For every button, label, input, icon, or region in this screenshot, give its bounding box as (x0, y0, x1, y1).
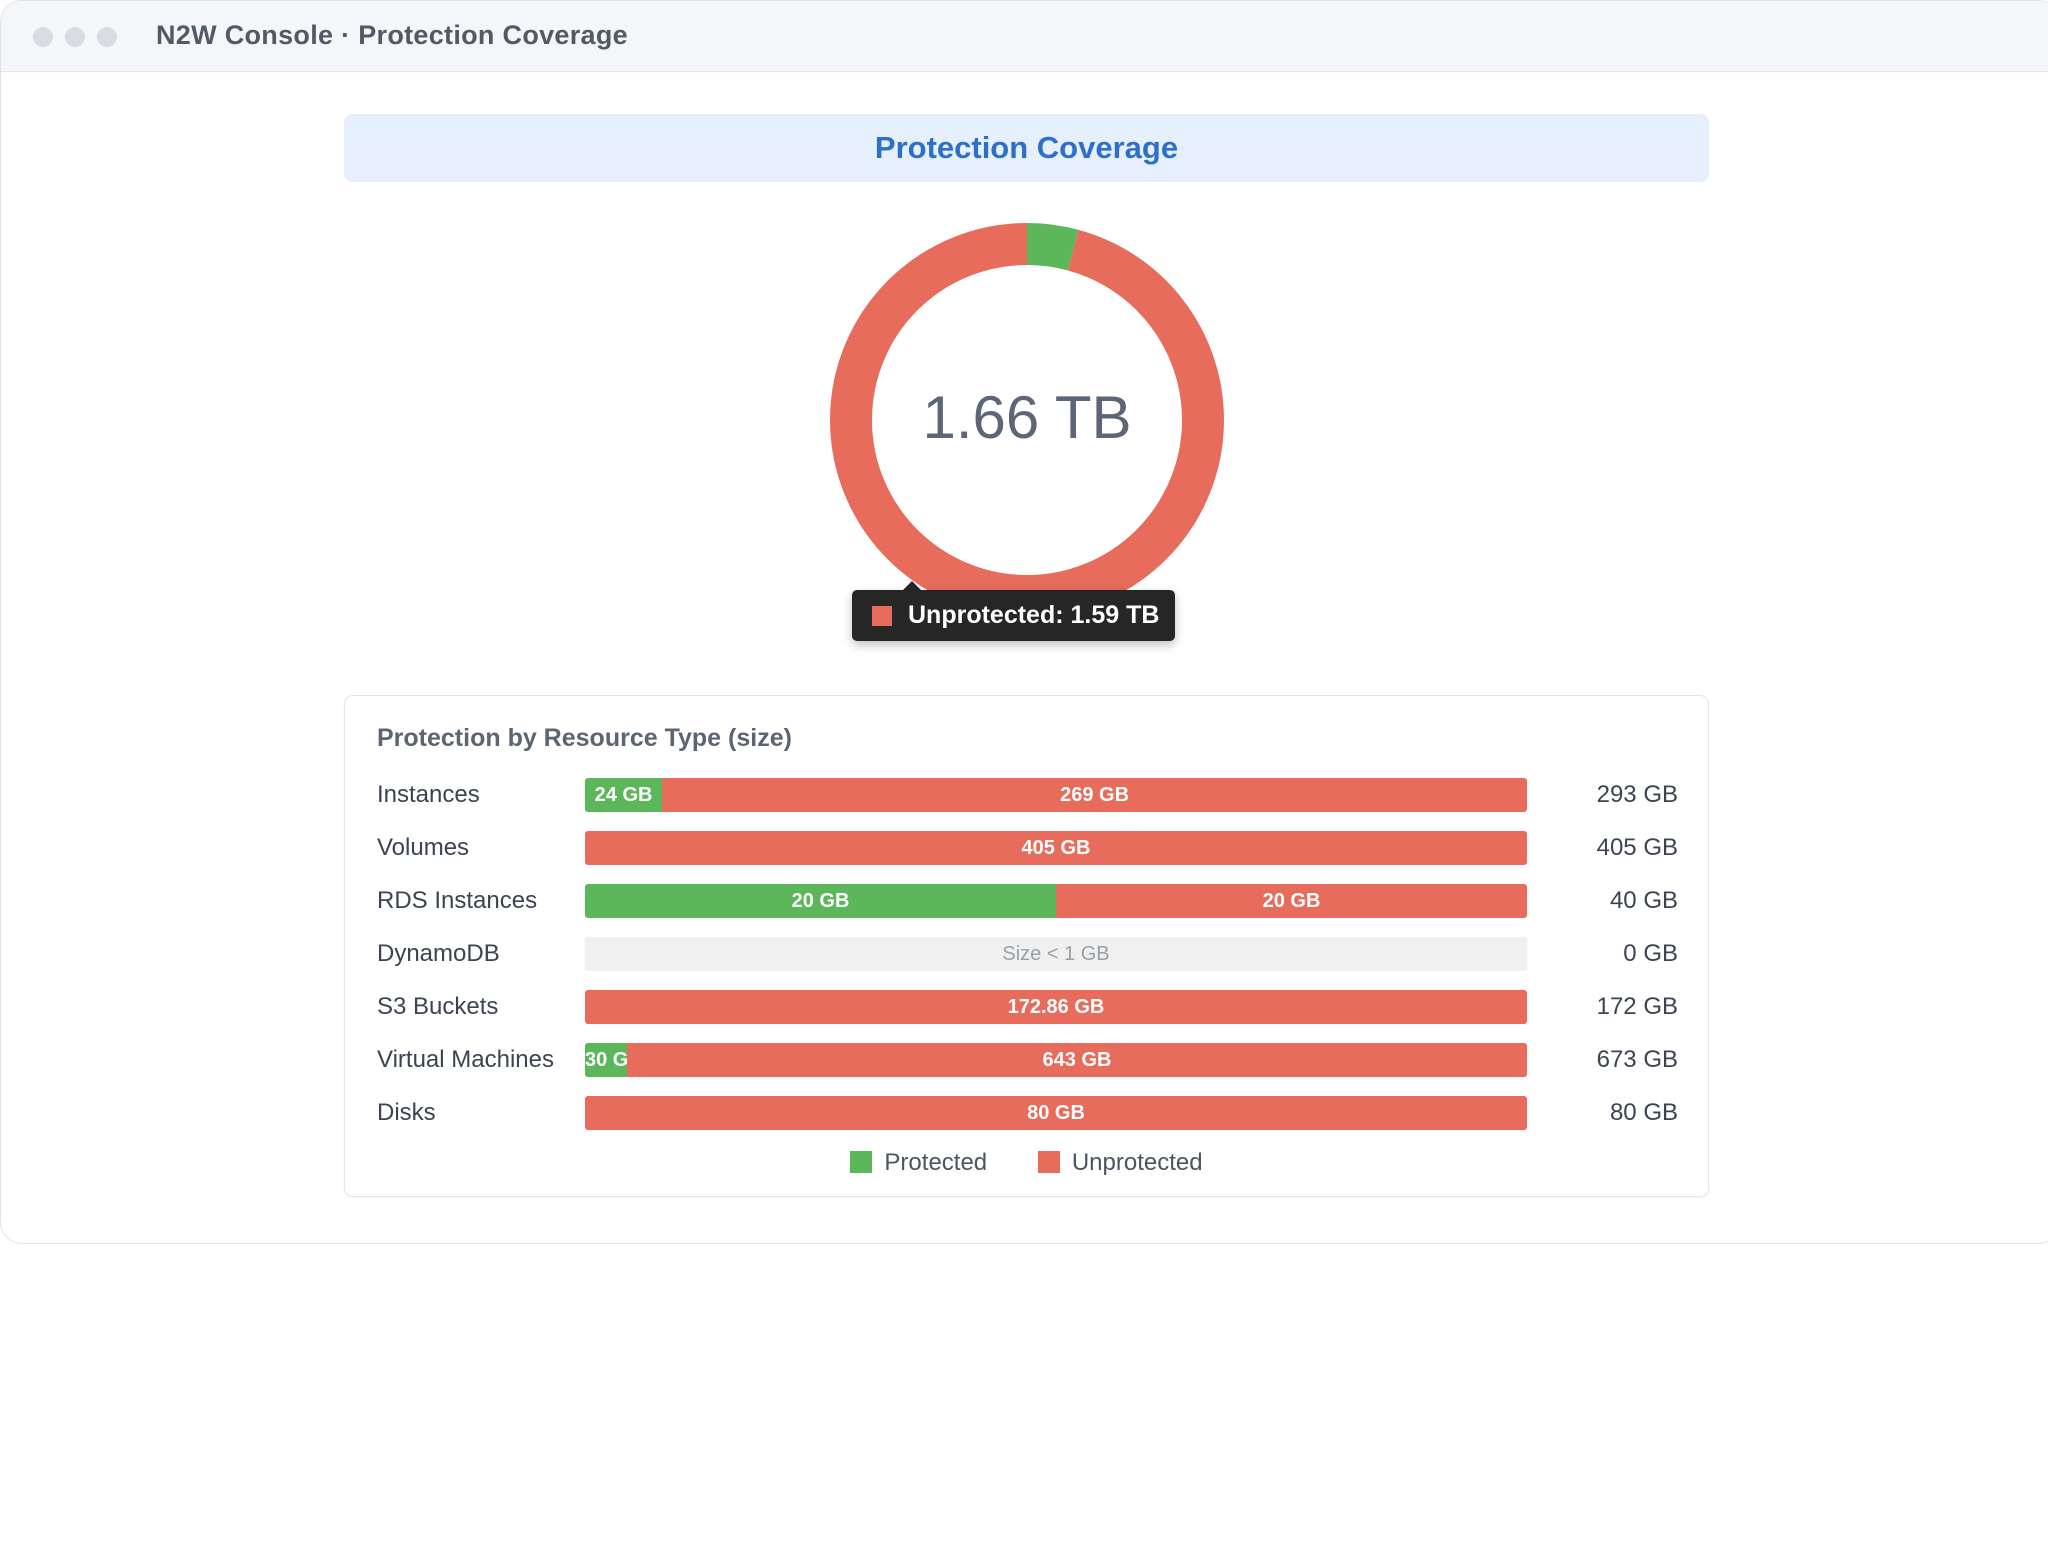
resource-label: Disks (377, 1099, 436, 1126)
resource-total: 40 GB (1609, 887, 1678, 914)
resource-label: Instances (377, 781, 480, 808)
bar-segment-unprotected[interactable]: 172.86 GB (585, 990, 1527, 1024)
resource-row-volumes: Volumes 405 GB 405 GB (345, 831, 1708, 865)
resource-row-virtual-machines: Virtual Machines 30 GB643 GB 673 GB (345, 1043, 1708, 1077)
resource-total: 0 GB (1623, 940, 1678, 967)
resource-bar[interactable]: 80 GB (585, 1096, 1527, 1130)
resource-total: 293 GB (1596, 781, 1678, 808)
app-window: N2W Console · Protection Coverage Protec… (0, 0, 2048, 1244)
resource-row-rds-instances: RDS Instances 20 GB 20 GB 40 GB (345, 884, 1708, 918)
page-header: Protection Coverage (344, 114, 1709, 182)
resource-bar[interactable]: 20 GB 20 GB (585, 884, 1527, 918)
bar-segment-unprotected[interactable]: 643 GB (626, 1043, 1527, 1077)
resource-bar[interactable]: 405 GB (585, 831, 1527, 865)
resource-label: RDS Instances (377, 887, 538, 914)
resource-row-dynamodb: DynamoDB Size < 1 GB 0 GB (345, 937, 1708, 971)
legend-protected-swatch (850, 1150, 873, 1173)
legend-unprotected-swatch (1037, 1150, 1060, 1173)
bar-segment-unprotected[interactable]: 269 GB (662, 778, 1527, 812)
coverage-donut-chart[interactable]: 1.66 TB (827, 220, 1227, 620)
resource-bar[interactable]: 24 GB 269 GB (585, 778, 1527, 812)
bar-empty-text: Size < 1 GB (1002, 943, 1110, 965)
tooltip-unprotected-swatch (872, 606, 892, 626)
legend-item-unprotected[interactable]: Unprotected (1037, 1148, 1203, 1177)
bar-segment-protected[interactable]: 20 GB (585, 884, 1056, 918)
resource-bar[interactable]: Size < 1 GB (585, 937, 1527, 971)
bar-segment-unprotected[interactable]: 405 GB (585, 831, 1527, 865)
resource-label: S3 Buckets (377, 993, 499, 1020)
bar-segment-protected[interactable]: 24 GB (585, 778, 663, 812)
panel-title: Protection by Resource Type (size) (377, 724, 792, 752)
bar-segment-protected[interactable]: 30 GB (585, 1043, 627, 1077)
resource-row-instances: Instances 24 GB 269 GB 293 GB (345, 778, 1708, 812)
page-title: Protection Coverage (874, 130, 1179, 165)
resource-total: 172 GB (1596, 993, 1678, 1020)
window-title: N2W Console · Protection Coverage (156, 20, 628, 50)
window-minimize-dot[interactable] (65, 27, 85, 47)
resource-label: Virtual Machines (377, 1046, 554, 1073)
resource-total: 80 GB (1609, 1099, 1678, 1126)
resource-row-s3-buckets: S3 Buckets 172.86 GB 172 GB (345, 990, 1708, 1024)
resource-bar[interactable]: 172.86 GB (585, 990, 1527, 1024)
legend-protected-label: Protected (884, 1148, 988, 1176)
bar-segment-unprotected[interactable]: 80 GB (585, 1096, 1527, 1130)
resource-label: Volumes (377, 834, 470, 861)
resource-row-disks: Disks 80 GB 80 GB (345, 1096, 1708, 1130)
legend-item-protected[interactable]: Protected (850, 1149, 987, 1177)
resource-label: DynamoDB (377, 940, 500, 967)
tooltip-arrow (903, 581, 921, 590)
donut-tooltip: Unprotected: 1.59 TB (852, 581, 1175, 641)
resource-total: 405 GB (1596, 834, 1678, 861)
window-close-dot[interactable] (33, 27, 53, 47)
title-bar: N2W Console · Protection Coverage (1, 1, 2048, 72)
bar-segment-unprotected[interactable]: 20 GB (1056, 884, 1527, 918)
legend-unprotected-label: Unprotected (1071, 1148, 1203, 1176)
resource-type-panel: Protection by Resource Type (size) Insta… (344, 695, 1709, 1197)
donut-total-label: 1.66 TB (922, 384, 1132, 451)
resource-total: 673 GB (1596, 1046, 1678, 1073)
bar-legend: Protected Unprotected (345, 1148, 1708, 1177)
resource-bar[interactable]: 30 GB643 GB (585, 1043, 1527, 1077)
window-zoom-dot[interactable] (97, 27, 117, 47)
tooltip-text: Unprotected: 1.59 TB (908, 601, 1160, 629)
